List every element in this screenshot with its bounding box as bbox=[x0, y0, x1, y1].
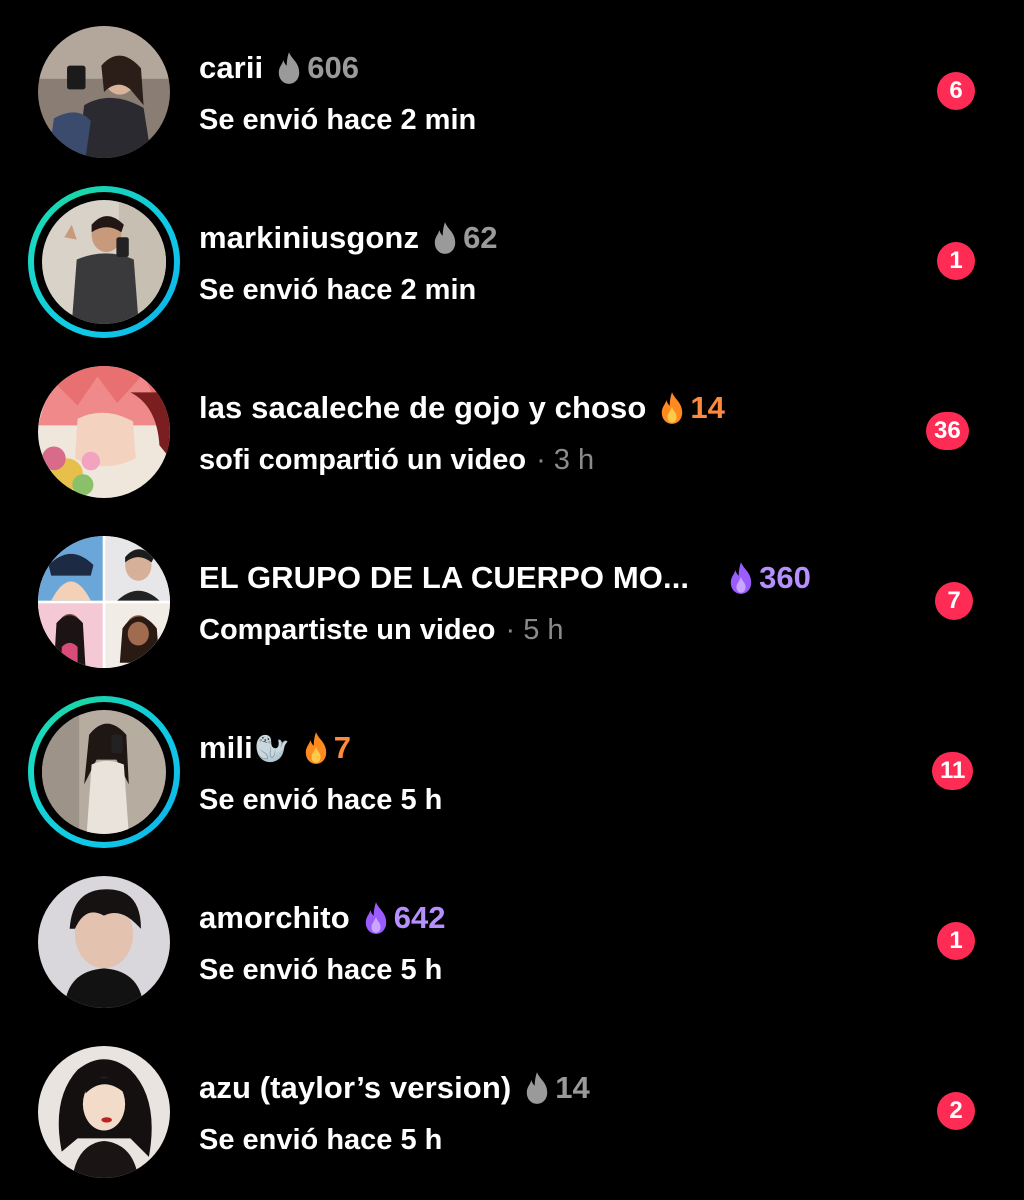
chat-list: carii 606 Se envió hace 2 min 6 markiniu… bbox=[0, 0, 1024, 1200]
unread-badge: 2 bbox=[937, 1092, 975, 1130]
streak-value: 62 bbox=[463, 220, 498, 255]
chat-name: EL GRUPO DE LA CUERPO MO... bbox=[199, 560, 690, 595]
avatar-story-ring[interactable] bbox=[28, 696, 180, 848]
chat-name: azu (taylor’s version) bbox=[199, 1070, 512, 1105]
flame-icon bbox=[662, 392, 683, 424]
chat-time: · 3 h bbox=[536, 443, 595, 476]
streak-value: 7 bbox=[333, 730, 351, 765]
avatar[interactable] bbox=[38, 366, 170, 498]
avatar-story-ring[interactable] bbox=[28, 186, 180, 338]
flame-icon bbox=[279, 52, 300, 84]
chat-row-markiniusgonz[interactable]: markiniusgonz 62 Se envió hace 2 min 1 bbox=[0, 170, 1024, 338]
chat-status: Se envió hace 2 min bbox=[199, 273, 477, 306]
streak-value: 14 bbox=[690, 390, 725, 425]
chat-name: amorchito bbox=[199, 900, 350, 935]
unread-badge: 36 bbox=[926, 412, 969, 450]
chat-name: markiniusgonz bbox=[199, 220, 420, 255]
streak-count: 360 bbox=[727, 560, 811, 596]
unread-badge: 1 bbox=[937, 242, 975, 280]
streak-count: 7 bbox=[302, 730, 351, 766]
streak-count: 14 bbox=[658, 390, 725, 426]
streak-value: 606 bbox=[307, 50, 360, 85]
chat-status: sofi compartió un video bbox=[199, 443, 527, 476]
flame-icon bbox=[527, 1072, 548, 1104]
streak-value: 360 bbox=[759, 560, 811, 595]
chat-status: Se envió hace 5 h bbox=[199, 1123, 443, 1156]
unread-badge: 7 bbox=[935, 582, 973, 620]
streak-count: 62 bbox=[431, 220, 498, 256]
chat-status: Compartiste un video bbox=[199, 613, 496, 646]
avatar[interactable] bbox=[38, 876, 170, 1008]
chat-row-las-sacaleche[interactable]: las sacaleche de gojo y choso 14 sofi co… bbox=[0, 340, 1024, 498]
unread-badge: 11 bbox=[932, 752, 974, 790]
flame-icon bbox=[730, 562, 752, 594]
chat-time: · 5 h bbox=[505, 613, 564, 646]
flame-icon bbox=[434, 222, 456, 254]
group-avatar[interactable] bbox=[38, 536, 170, 668]
chat-name: mili bbox=[199, 730, 253, 765]
chat-status: Se envió hace 2 min bbox=[199, 103, 477, 136]
flame-icon bbox=[365, 902, 386, 934]
chat-row-azu[interactable]: azu (taylor’s version) 14 Se envió hace … bbox=[0, 1020, 1024, 1178]
chat-name: carii bbox=[199, 50, 264, 85]
streak-value: 642 bbox=[393, 900, 446, 935]
streak-count: 14 bbox=[523, 1070, 590, 1106]
unread-badge: 1 bbox=[937, 922, 975, 960]
avatar[interactable] bbox=[38, 1046, 170, 1178]
seal-emoji: 🦭 bbox=[254, 732, 290, 764]
chat-row-amorchito[interactable]: amorchito 642 Se envió hace 5 h 1 bbox=[0, 850, 1024, 1008]
chat-row-el-grupo[interactable]: EL GRUPO DE LA CUERPO MO... 360 Comparti… bbox=[0, 510, 1024, 668]
chat-row-carii[interactable]: carii 606 Se envió hace 2 min 6 bbox=[0, 0, 1024, 158]
avatar[interactable] bbox=[38, 26, 170, 158]
flame-icon bbox=[305, 732, 326, 764]
chat-status: Se envió hace 5 h bbox=[199, 953, 443, 986]
streak-count: 606 bbox=[275, 50, 359, 86]
chat-status: Se envió hace 5 h bbox=[199, 783, 443, 816]
streak-value: 14 bbox=[555, 1070, 590, 1105]
streak-count: 642 bbox=[362, 900, 446, 936]
unread-badge: 6 bbox=[937, 72, 975, 110]
chat-name: las sacaleche de gojo y choso bbox=[199, 390, 647, 425]
chat-row-mili[interactable]: mili 🦭 7 Se envió hace 5 h 11 bbox=[0, 680, 1024, 848]
